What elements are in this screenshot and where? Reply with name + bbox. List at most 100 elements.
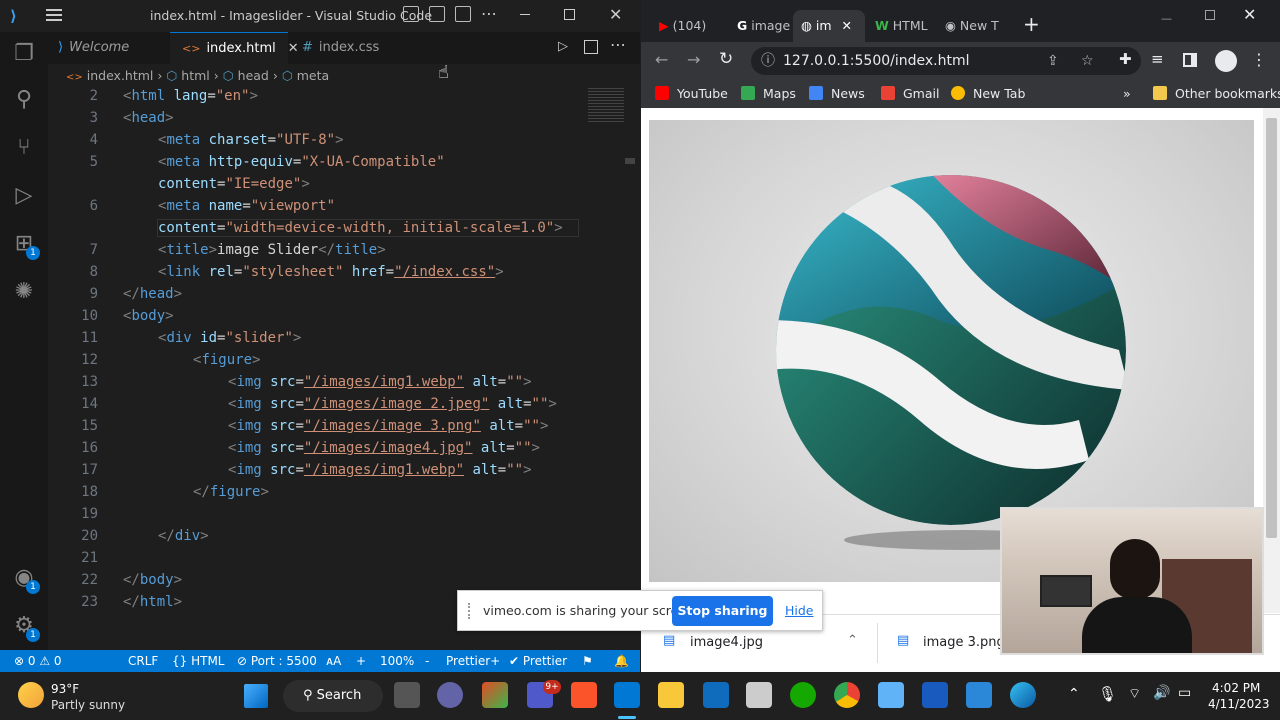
bookmark-news[interactable]: News [809, 80, 865, 108]
stop-sharing-button[interactable]: Stop sharing [672, 596, 773, 626]
page-scrollbar[interactable] [1263, 108, 1280, 613]
prettier-plus-status[interactable]: Prettier+ [446, 650, 500, 672]
close-icon[interactable]: ✕ [1243, 5, 1256, 24]
browser-tab-active[interactable]: ◍ im ✕ [793, 10, 865, 42]
notifications-icon[interactable]: 🔔 [614, 650, 629, 672]
tab-index-html[interactable]: <> index.html ✕ [170, 32, 299, 64]
upwork-icon[interactable] [790, 682, 816, 708]
extensions-puzzle-icon[interactable]: ✚ [1119, 50, 1132, 68]
editor-scrollbar[interactable] [625, 158, 635, 164]
edge-icon[interactable] [1010, 682, 1036, 708]
toggle-secondary-sidebar-icon[interactable] [455, 6, 471, 22]
toggle-panel-icon[interactable] [429, 6, 445, 22]
zoom-in-icon[interactable]: + [356, 650, 366, 672]
hide-link[interactable]: Hide [785, 603, 814, 618]
clock-date[interactable]: 4/11/2023 [1208, 697, 1270, 711]
git-app-icon[interactable] [482, 682, 508, 708]
download-item[interactable]: image4.jpg [690, 635, 763, 650]
brave-icon[interactable] [571, 682, 597, 708]
tab-index-css[interactable]: # index.css [288, 32, 398, 64]
bookmark-gmail[interactable]: Gmail [881, 80, 939, 108]
minimap[interactable] [588, 88, 624, 124]
maximize-icon[interactable] [564, 9, 575, 20]
word-icon[interactable] [922, 682, 948, 708]
chevron-up-icon[interactable]: ⌃ [1068, 686, 1080, 702]
taskbar-search[interactable]: ⚲ Search [283, 680, 383, 712]
source-control-icon[interactable]: ⑂ [10, 134, 38, 162]
weather-temp[interactable]: 93°F [51, 682, 79, 696]
browser-tab[interactable]: ▶ (104) [651, 10, 727, 42]
eol-status[interactable]: CRLF [128, 650, 158, 672]
breadcrumb-item[interactable]: index.html [87, 68, 154, 83]
profile-avatar[interactable] [1215, 50, 1237, 72]
bookmark-star-icon[interactable]: ☆ [1081, 47, 1094, 75]
live-server-status[interactable]: ⊘ Port : 5500 [237, 650, 317, 672]
menu-icon[interactable] [46, 9, 62, 21]
other-bookmarks[interactable]: Other bookmarks [1153, 80, 1280, 108]
file-explorer-icon[interactable] [658, 682, 684, 708]
weather-icon[interactable] [18, 682, 44, 708]
vscode-taskbar-icon[interactable] [614, 682, 640, 708]
explorer-icon[interactable]: ❐ [10, 40, 38, 68]
accounts-icon[interactable]: ◉ 1 [10, 564, 40, 594]
address-bar[interactable]: ⓘ 127.0.0.1:5500/index.html ⇪ ☆ [751, 47, 1141, 75]
split-editor-icon[interactable] [584, 40, 598, 54]
start-windows-icon[interactable] [244, 684, 268, 708]
bookmark-maps[interactable]: Maps [741, 80, 796, 108]
zoom-status[interactable]: 100% [380, 650, 414, 672]
bookmark-new-tab[interactable]: New Tab [951, 80, 1025, 108]
media-control-icon[interactable]: ≡ [1151, 50, 1164, 68]
language-status[interactable]: {} HTML [172, 650, 225, 672]
browser-tab[interactable]: G image [729, 10, 791, 42]
teams-icon[interactable]: 9+ [527, 680, 561, 708]
feedback-icon[interactable]: ⚑ [582, 650, 593, 672]
chevron-up-icon[interactable]: ⌃ [847, 633, 858, 648]
code-editor[interactable]: 2 3 4 5 6 7 8 9 10 11 12 13 14 15 16 17 … [48, 88, 635, 648]
browser-tab[interactable]: W HTML [867, 10, 935, 42]
close-icon[interactable]: ✕ [609, 5, 622, 24]
chrome-menu-icon[interactable]: ⋮ [1251, 50, 1267, 69]
reload-icon[interactable]: ↻ [719, 49, 733, 69]
more-bookmarks-icon[interactable]: » [1123, 80, 1131, 108]
task-view-icon[interactable] [394, 682, 420, 708]
forward-arrow-icon[interactable]: → [687, 50, 700, 69]
more-actions-icon[interactable]: ⋯ [481, 4, 497, 23]
search-icon[interactable]: ⚲ [10, 86, 38, 114]
breadcrumb-item[interactable]: html [181, 68, 209, 83]
tab-welcome[interactable]: ⟩ Welcome [48, 32, 170, 64]
download-item[interactable]: image 3.png [923, 635, 1005, 650]
outlook-icon[interactable] [703, 682, 729, 708]
chatgpt-icon[interactable]: ✺ [10, 278, 38, 306]
microphone-icon[interactable]: 🎙 [1098, 685, 1117, 703]
editor-more-icon[interactable]: ⋯ [610, 35, 626, 54]
chrome-taskbar-icon[interactable] [834, 682, 860, 708]
back-arrow-icon[interactable]: ← [655, 50, 668, 69]
maximize-icon[interactable] [1205, 10, 1215, 20]
vscode-insiders-icon[interactable] [966, 682, 992, 708]
wifi-icon[interactable]: ⌔ [1128, 685, 1141, 703]
run-icon[interactable]: ▷ [558, 39, 568, 54]
minimize-icon[interactable] [520, 14, 530, 15]
notepad-app-icon[interactable] [746, 682, 772, 708]
prettier-status[interactable]: ✔ Prettier [509, 650, 567, 672]
font-size-icon[interactable]: ᴀA [326, 650, 341, 672]
battery-icon[interactable]: ▭ [1178, 685, 1191, 701]
clock-time[interactable]: 4:02 PM [1212, 681, 1260, 695]
breadcrumb-item[interactable]: meta [297, 68, 329, 83]
browser-tab[interactable]: ◉ New T [937, 10, 1001, 42]
volume-icon[interactable]: 🔊 [1153, 685, 1170, 701]
run-debug-icon[interactable]: ▷ [10, 182, 38, 210]
side-panel-icon[interactable] [1183, 53, 1197, 67]
minimize-icon[interactable]: — [1161, 12, 1172, 25]
teams-chat-icon[interactable] [437, 682, 463, 708]
settings-gear-icon[interactable]: ⚙ 1 [10, 612, 40, 642]
zoom-out-icon[interactable]: - [425, 650, 429, 672]
breadcrumb-item[interactable]: head [238, 68, 269, 83]
drag-handle[interactable] [468, 603, 472, 619]
tab-close-icon[interactable]: ✕ [842, 18, 852, 33]
weather-desc[interactable]: Partly sunny [51, 698, 125, 712]
extensions-icon[interactable]: ⊞ 1 [10, 230, 40, 260]
toggle-sidebar-icon[interactable] [403, 6, 419, 22]
share-icon[interactable]: ⇪ [1047, 47, 1059, 75]
notepad-icon[interactable] [878, 682, 904, 708]
